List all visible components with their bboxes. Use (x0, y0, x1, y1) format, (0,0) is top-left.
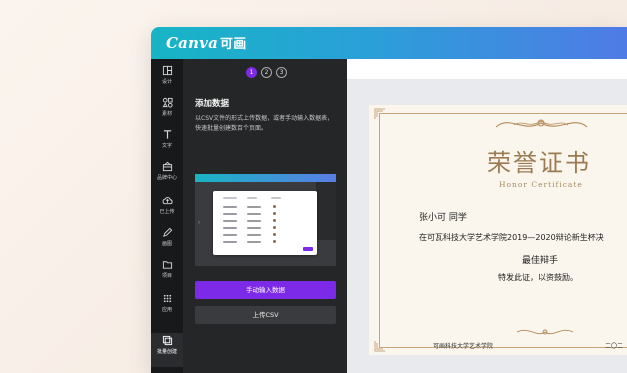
issuer-name: 可画科技大学艺术学院 (433, 343, 494, 350)
certificate-title: 荣誉证书 (487, 149, 591, 177)
rail-item-label: 素材 (161, 111, 172, 117)
corner-ornament-icon (374, 108, 385, 119)
canva-logo[interactable]: Canva 可画 (166, 33, 246, 52)
layout-icon (162, 65, 172, 76)
side-rail: 设计 素材 文字 品牌中心 已上传 画图 项目 应用 批量创建 (151, 59, 183, 373)
certificate-page[interactable]: 荣誉证书 Honor Certificate 张小可 同学 在可瓦科技大学艺术学… (369, 105, 627, 355)
preview-data-window (213, 191, 317, 255)
rail-item-text[interactable]: 文字 (151, 127, 183, 157)
rail-item-projects[interactable]: 项目 (151, 257, 183, 287)
step-2[interactable]: 2 (261, 67, 272, 78)
panel-title: 添加数据 (195, 99, 230, 109)
rail-item-label: 已上传 (159, 209, 175, 215)
bottom-flourish-icon (516, 329, 574, 335)
issue-date: 二〇二 (605, 343, 624, 350)
commendation-line: 特发此证，以资鼓励。 (498, 273, 578, 282)
rail-item-apps[interactable]: 应用 (151, 291, 183, 321)
rail-item-label: 画图 (161, 241, 172, 247)
rail-item-label: 批量创建 (156, 349, 177, 355)
rail-item-design[interactable]: 设计 (151, 63, 183, 93)
certificate-body: 在可瓦科技大学艺术学院2019—2020辩论新生杯决 (419, 233, 604, 242)
preview-topbar (195, 174, 336, 182)
certificate-subtitle: Honor Certificate (499, 180, 583, 189)
elements-icon (162, 97, 173, 108)
step-indicator: 1 2 3 (246, 67, 287, 78)
rail-item-elements[interactable]: 素材 (151, 95, 183, 125)
rail-item-uploads[interactable]: 已上传 (151, 193, 183, 223)
rail-item-label: 品牌中心 (156, 175, 177, 181)
preview-sidebar (316, 182, 336, 240)
panel-description: 以CSV文件的形式上传数据，或者手动输入数据表，快速批量创建数百个页面。 (195, 115, 334, 132)
upload-csv-button[interactable]: 上传CSV (195, 306, 336, 324)
top-flourish-icon (495, 119, 588, 128)
rail-item-bulk-create[interactable]: 批量创建 (151, 333, 183, 367)
bulk-create-icon (162, 335, 172, 346)
canvas-toolbar (347, 59, 627, 79)
upload-icon (162, 197, 173, 205)
bulk-create-panel: 1 2 3 添加数据 以CSV文件的形式上传数据，或者手动输入数据表，快速批量创… (183, 59, 347, 373)
canva-app-window: Canva 可画 设计 素材 文字 品牌中心 已上传 画图 项目 应用 批量创建… (151, 27, 627, 373)
rail-item-label: 文字 (161, 143, 172, 149)
preview-side-icon: ◦ (197, 219, 202, 227)
apps-icon (163, 294, 171, 303)
folder-icon (162, 261, 172, 269)
data-table-preview-image: ◦ (195, 174, 336, 266)
logo-text: Canva (166, 34, 218, 52)
brand-icon (162, 161, 172, 172)
rail-item-brand[interactable]: 品牌中心 (151, 159, 183, 189)
rail-item-label: 应用 (161, 307, 172, 313)
top-bar: Canva 可画 (151, 27, 627, 59)
rail-item-label: 设计 (161, 79, 172, 85)
text-icon (163, 130, 171, 139)
design-canvas: 荣誉证书 Honor Certificate 张小可 同学 在可瓦科技大学艺术学… (347, 59, 627, 373)
logo-cn: 可画 (220, 37, 247, 52)
draw-icon (162, 227, 172, 237)
corner-ornament-icon (374, 341, 385, 352)
recipient-name: 张小可 同学 (419, 213, 467, 223)
step-1[interactable]: 1 (246, 67, 257, 78)
frame-line (379, 113, 380, 347)
rail-item-draw[interactable]: 画图 (151, 225, 183, 255)
manual-input-button[interactable]: 手动输入数据 (195, 281, 336, 299)
frame-line (379, 347, 627, 348)
rail-item-label: 项目 (161, 273, 172, 279)
step-3[interactable]: 3 (276, 67, 287, 78)
award-title: 最佳辩手 (522, 256, 559, 266)
